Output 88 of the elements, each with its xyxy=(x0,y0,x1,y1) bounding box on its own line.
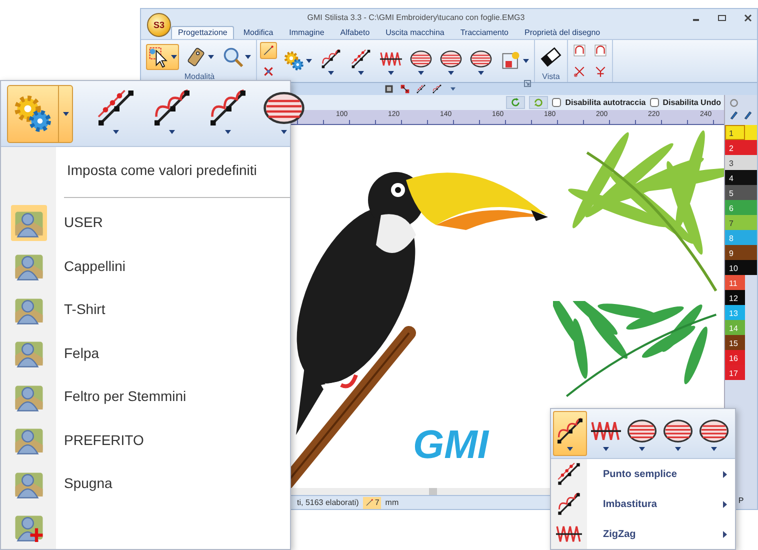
color-swatch[interactable] xyxy=(745,140,757,155)
unit-label: mm xyxy=(385,496,399,508)
color-swatch[interactable] xyxy=(745,170,757,185)
color-swatch[interactable]: 15 xyxy=(725,335,745,350)
search-icon xyxy=(222,46,244,68)
close-icon[interactable] xyxy=(743,14,753,22)
color-swatch[interactable] xyxy=(745,185,757,200)
window-title: GMI Stilista 3.3 - C:\GMI Embroidery\tucano con foglie.EMG3 xyxy=(307,12,525,22)
gears-icon xyxy=(12,93,54,135)
color-swatch[interactable] xyxy=(745,230,757,245)
picture-icon xyxy=(500,50,522,72)
needle-icon xyxy=(262,44,275,57)
color-swatch[interactable] xyxy=(745,200,757,215)
color-swatch[interactable]: 16 xyxy=(725,350,745,365)
color-swatch[interactable]: 5 xyxy=(725,185,745,200)
color-swatch[interactable]: 10 xyxy=(725,260,745,275)
color-swatch[interactable]: 3 xyxy=(725,155,745,170)
color-swatch[interactable]: 11 xyxy=(725,275,745,290)
ribbon-tab[interactable]: Uscita macchina xyxy=(378,26,452,39)
app-menu-button[interactable]: S3 xyxy=(147,13,171,37)
frame-icon xyxy=(384,84,394,94)
color-swatch[interactable]: 9 xyxy=(725,245,745,260)
color-swatch[interactable] xyxy=(745,125,757,140)
menu-item[interactable]: Spugna xyxy=(1,462,290,506)
loop-stitch-icon xyxy=(432,84,442,94)
refresh-icon xyxy=(510,97,522,108)
status-text: ti, 5163 elaborati) xyxy=(297,496,359,508)
menu-item[interactable]: ZigZag xyxy=(551,519,735,549)
maximize-icon[interactable] xyxy=(717,14,727,22)
checkbox[interactable] xyxy=(552,98,562,107)
toolbar-button[interactable] xyxy=(506,96,526,109)
cursor-icon xyxy=(148,46,170,68)
loop-stitch-icon xyxy=(555,416,585,446)
scissors-icon xyxy=(573,65,586,78)
loop-stitch-icon xyxy=(320,48,342,70)
ribbon-tab[interactable]: Progettazione xyxy=(171,26,234,39)
color-swatch[interactable] xyxy=(745,155,757,170)
menu-item[interactable]: Feltro per Stemmini xyxy=(1,375,290,419)
tool-button[interactable] xyxy=(146,44,179,70)
oval-fill-icon xyxy=(410,48,432,70)
menu-item[interactable]: USER xyxy=(1,201,290,245)
color-swatch[interactable]: 1 xyxy=(725,125,745,140)
split-button[interactable] xyxy=(7,85,73,143)
color-swatch[interactable]: 7 xyxy=(725,215,745,230)
checkbox-label: Disabilita autotraccia xyxy=(565,96,646,108)
needle-icon xyxy=(364,498,374,507)
color-swatch[interactable] xyxy=(745,215,757,230)
redo-icon xyxy=(533,97,544,108)
arch-icon xyxy=(573,44,586,57)
ribbon-tab[interactable]: Proprietà del disegno xyxy=(518,26,608,39)
running-stitch-icon xyxy=(350,48,372,70)
color-swatch[interactable]: 2 xyxy=(725,140,745,155)
checkbox-label: Disabilita Undo xyxy=(662,96,721,108)
menu-item[interactable]: Felpa xyxy=(1,332,290,376)
arch-icon xyxy=(594,44,607,57)
ribbon-tab[interactable]: Immagine xyxy=(282,26,332,39)
menu-item[interactable]: Punto semplice xyxy=(551,459,735,489)
running-stitch-icon xyxy=(556,461,582,487)
menu-header: Imposta come valori predefiniti xyxy=(66,160,257,180)
color-swatch[interactable]: 12 xyxy=(725,290,745,305)
launcher-icon[interactable] xyxy=(524,80,531,87)
resize-icon xyxy=(400,84,410,94)
palette-footer-text: P xyxy=(738,495,744,507)
ribbon-tab[interactable]: Modifica xyxy=(236,26,280,39)
group-label: Modalità xyxy=(184,72,215,82)
ribbon-tab[interactable]: Tracciamento xyxy=(453,26,516,39)
loop-stitch-icon xyxy=(556,491,582,517)
logo-text: GMI xyxy=(413,425,489,465)
color-swatch[interactable]: 17 xyxy=(725,365,745,380)
tool-button[interactable] xyxy=(553,411,587,456)
menu-item[interactable]: Imbastitura xyxy=(551,489,735,519)
color-swatch[interactable] xyxy=(745,245,757,260)
menu-item[interactable]: PREFERITO xyxy=(1,418,290,462)
checkbox[interactable] xyxy=(650,98,659,107)
menu-item[interactable]: Cappellini xyxy=(1,244,290,288)
spread-icon xyxy=(594,65,607,78)
group-label: Vista xyxy=(542,72,560,82)
oval-fill-icon xyxy=(470,48,492,70)
color-swatch[interactable] xyxy=(745,260,757,275)
stitch-length: 7 xyxy=(362,496,382,508)
circle-icon xyxy=(729,98,739,108)
cross-icon xyxy=(262,65,275,78)
color-swatch[interactable]: 4 xyxy=(725,170,745,185)
gears-icon xyxy=(283,50,305,72)
running-stitch-icon xyxy=(416,84,426,94)
menu-item[interactable]: T-Shirt xyxy=(1,288,290,332)
oval-fill-icon xyxy=(440,48,462,70)
ribbon-tab[interactable]: Alfabeto xyxy=(333,26,377,39)
